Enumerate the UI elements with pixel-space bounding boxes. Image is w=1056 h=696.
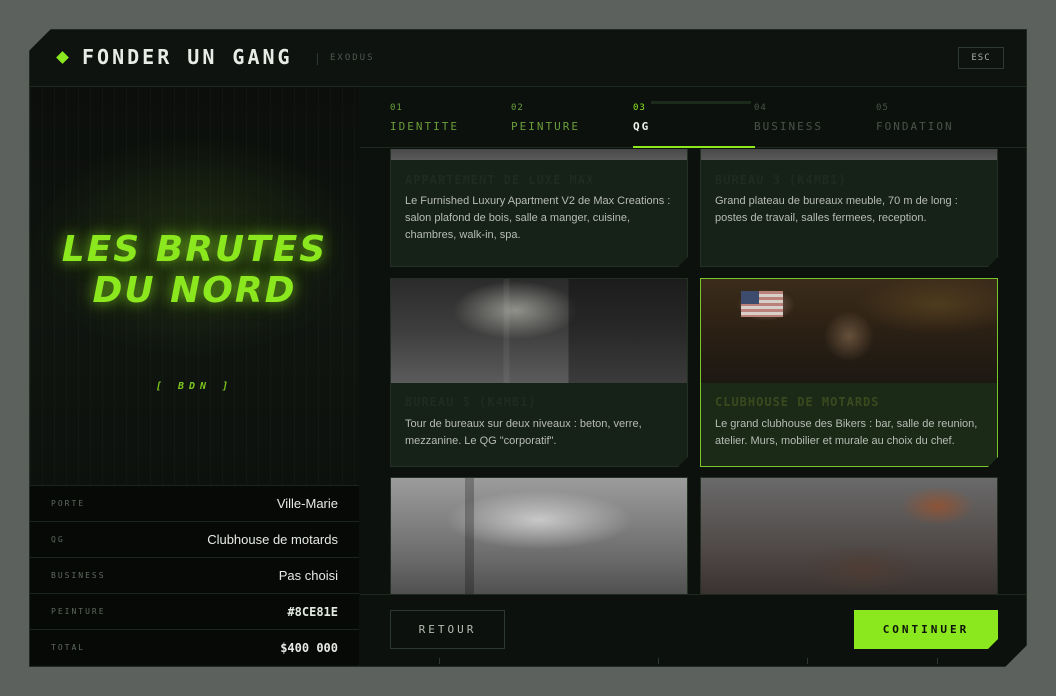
tab-label: PEINTURE (511, 120, 580, 133)
flag-decoration (741, 291, 783, 317)
hq-card-6[interactable] (700, 477, 998, 594)
summary-table: PORTE Ville-Marie QG Clubhouse de motard… (30, 485, 359, 665)
gang-preview-column: LES BRUTES DU NORD [ BDN ] PORTE Ville-M… (30, 87, 359, 667)
card-image (391, 478, 687, 594)
step-tabs: 01 IDENTITE 02 PEINTURE 03 QG 04 BUSINES… (360, 87, 1027, 148)
continue-button[interactable]: CONTINUER (854, 610, 998, 649)
tab-qg[interactable]: 03 QG (633, 87, 755, 148)
tab-label: BUSINESS (754, 120, 823, 133)
tab-number: 04 (754, 103, 767, 113)
summary-row-porte: PORTE Ville-Marie (30, 485, 359, 521)
card-title: BUREAU 5 (K4MB1) (405, 395, 537, 409)
hq-card-appartement[interactable]: APPARTEMENT DE LUXE MAX Le Furnished Lux… (390, 149, 688, 267)
hq-card-grid[interactable]: APPARTEMENT DE LUXE MAX Le Furnished Lux… (360, 149, 1027, 594)
summary-value: Pas choisi (278, 568, 338, 583)
server-subtitle: EXODUS (330, 53, 375, 63)
hq-card-bureau-5[interactable]: BUREAU 5 (K4MB1) Tour de bureaux sur deu… (390, 278, 688, 467)
hq-card-clubhouse[interactable]: CLUBHOUSE DE MOTARDS Le grand clubhouse … (700, 278, 998, 467)
gang-name-line2: DU NORD (92, 270, 297, 311)
tab-number: 02 (511, 103, 524, 113)
card-image (701, 478, 997, 594)
card-image (391, 149, 687, 160)
step-content: 01 IDENTITE 02 PEINTURE 03 QG 04 BUSINES… (360, 87, 1027, 667)
tab-label: QG (633, 120, 651, 133)
footer-tick (658, 658, 659, 664)
diamond-icon (56, 51, 69, 64)
card-image (391, 279, 687, 383)
card-description: Le grand clubhouse des Bikers : bar, sal… (715, 418, 978, 447)
tab-identite[interactable]: 01 IDENTITE (390, 87, 512, 148)
footer-tick (439, 658, 440, 664)
card-title: APPARTEMENT DE LUXE MAX (405, 173, 595, 187)
gang-name: LES BRUTES DU NORD (30, 229, 359, 311)
summary-key: QG (51, 535, 65, 544)
header: FONDER UN GANG EXODUS ESC (30, 30, 1026, 87)
gang-creation-panel: FONDER UN GANG EXODUS ESC LES BRUTES DU … (29, 29, 1027, 667)
summary-key: BUSINESS (51, 571, 106, 580)
summary-key: TOTAL (51, 643, 86, 652)
card-description: Le Furnished Luxury Apartment V2 de Max … (405, 195, 671, 241)
hq-card-bureau-3[interactable]: BUREAU 3 (K4MB1) Grand plateau de bureau… (700, 149, 998, 267)
summary-row-business: BUSINESS Pas choisi (30, 557, 359, 593)
summary-key: PORTE (51, 499, 86, 508)
card-description: Tour de bureaux sur deux niveaux : beton… (405, 418, 642, 447)
gang-tag: [ BDN ] (155, 381, 234, 392)
tab-number: 05 (876, 103, 889, 113)
gang-name-line1: LES BRUTES (61, 229, 328, 270)
tab-progress-bar (651, 101, 751, 104)
summary-row-qg: QG Clubhouse de motards (30, 521, 359, 557)
hq-card-5[interactable] (390, 477, 688, 594)
footer-actions: RETOUR CONTINUER (360, 594, 1027, 667)
summary-value: Ville-Marie (276, 496, 338, 511)
tab-label: FONDATION (876, 120, 954, 133)
card-title: CLUBHOUSE DE MOTARDS (715, 395, 880, 409)
title-divider (317, 53, 318, 65)
summary-row-total: TOTAL $400 000 (30, 629, 359, 665)
summary-row-peinture: PEINTURE #8CE81E (30, 593, 359, 629)
back-button[interactable]: RETOUR (390, 610, 505, 649)
summary-key: PEINTURE (51, 607, 106, 616)
page-title: FONDER UN GANG (82, 45, 293, 69)
tab-business[interactable]: 04 BUSINESS (754, 87, 876, 148)
tab-peinture[interactable]: 02 PEINTURE (511, 87, 633, 148)
summary-value: #8CE81E (287, 604, 338, 619)
card-description: Grand plateau de bureaux meuble, 70 m de… (715, 195, 958, 224)
footer-tick (807, 658, 808, 664)
esc-button[interactable]: ESC (958, 47, 1004, 69)
card-title: BUREAU 3 (K4MB1) (715, 173, 847, 187)
tab-label: IDENTITE (390, 120, 459, 133)
gang-preview: LES BRUTES DU NORD [ BDN ] (30, 87, 359, 485)
card-image (701, 279, 997, 383)
footer-tick (937, 658, 938, 664)
tab-fondation[interactable]: 05 FONDATION (876, 87, 998, 148)
card-image (701, 149, 997, 160)
summary-value: Clubhouse de motards (207, 532, 338, 547)
tab-number: 03 (633, 103, 646, 113)
summary-value: $400 000 (280, 640, 338, 655)
tab-active-underline (633, 146, 755, 148)
tab-number: 01 (390, 103, 403, 113)
